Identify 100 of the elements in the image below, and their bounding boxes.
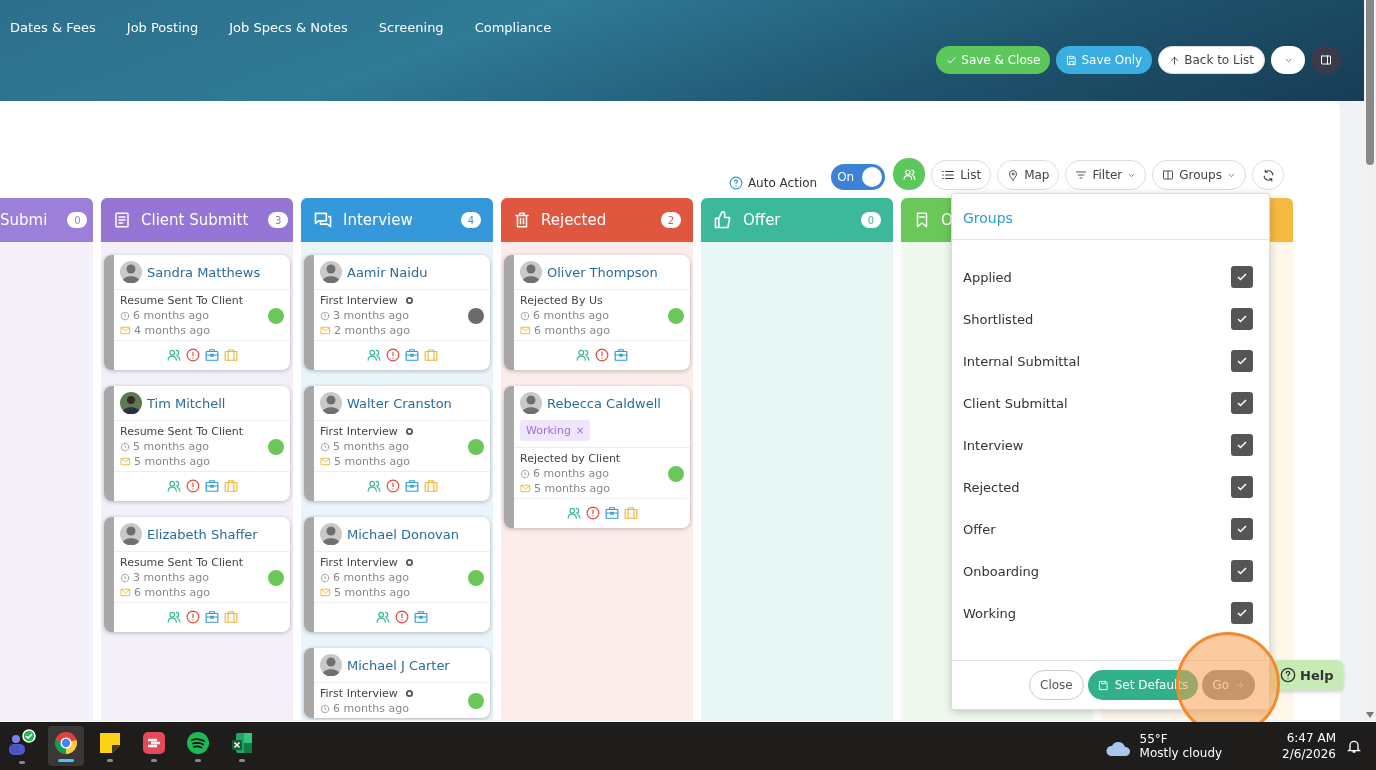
email-time: 5 months ago <box>334 455 410 468</box>
column-title: Interview <box>343 211 413 229</box>
stage-label: Resume Sent To Client <box>120 294 244 307</box>
first-aid-kit-icon <box>204 348 219 362</box>
clock-icon <box>320 572 330 583</box>
mail-icon <box>320 587 331 598</box>
avatar-icon <box>120 523 142 545</box>
candidate-card[interactable]: Michael Donovan First Interview 6 months ago 5 months ago <box>304 517 490 632</box>
arrow-right-icon <box>1235 680 1245 690</box>
candidate-card[interactable]: Aamir Naidu First Interview 3 months ago 2 months ago <box>304 255 490 370</box>
group-label: Working <box>963 605 1017 621</box>
remove-tag-icon[interactable]: × <box>575 425 585 436</box>
checkmark-icon <box>1236 481 1248 493</box>
first-aid-kit-icon <box>604 506 619 520</box>
list-button[interactable]: List <box>931 160 992 190</box>
clock-time: 6:47 AM <box>1286 731 1336 745</box>
first-aid-kit-icon <box>204 479 219 493</box>
avatar-icon <box>320 654 342 676</box>
count-badge: 2 <box>661 212 681 228</box>
candidate-name[interactable]: Tim Mitchell <box>147 395 226 411</box>
scroll-down-icon[interactable] <box>1366 712 1374 718</box>
sticky-note-icon <box>98 730 122 755</box>
checkbox[interactable] <box>1231 434 1253 456</box>
candidate-card[interactable]: Elizabeth Shaffer Resume Sent To Client 3 months ago 6 months ago <box>104 517 290 632</box>
checkbox[interactable] <box>1231 602 1253 624</box>
column-title: Client Submitt <box>141 211 249 229</box>
clock-icon <box>320 310 330 321</box>
candidate-card[interactable]: Walter Cranston First Interview 5 months ago 5 months ago <box>304 386 490 501</box>
refresh-button[interactable] <box>1252 160 1284 190</box>
activity-time: 6 months ago <box>533 467 609 480</box>
map-button[interactable]: Map <box>997 160 1060 190</box>
activity-time: 3 months ago <box>333 309 409 322</box>
count-badge: 4 <box>461 212 481 228</box>
arrow-up-icon <box>1169 54 1181 66</box>
clock-icon <box>320 441 330 452</box>
candidate-name[interactable]: Aamir Naidu <box>347 264 428 280</box>
checkbox[interactable] <box>1231 350 1253 372</box>
checkbox[interactable] <box>1231 266 1253 288</box>
nav-tab[interactable]: Dates & Fees <box>10 20 96 35</box>
checkbox[interactable] <box>1231 308 1253 330</box>
group-label: Rejected <box>963 479 1020 495</box>
checkmark-icon <box>1236 313 1248 325</box>
nav-tab[interactable]: Compliance <box>474 20 552 35</box>
close-button[interactable]: Close <box>1029 670 1084 700</box>
candidate-name[interactable]: Elizabeth Shaffer <box>147 526 258 542</box>
stripes-app-icon <box>142 730 166 755</box>
checkbox[interactable] <box>1231 392 1253 414</box>
panel-toggle-button[interactable] <box>1311 46 1341 74</box>
help-icon <box>728 176 743 190</box>
people-icon <box>902 167 916 181</box>
group-label: Internal Submittal <box>963 353 1081 369</box>
checkbox[interactable] <box>1231 560 1253 582</box>
first-aid-kit-icon <box>204 610 219 624</box>
temperature: 55°F <box>1139 732 1169 746</box>
browser-icon <box>54 730 78 755</box>
group-label: Shortlisted <box>963 311 1034 327</box>
check-icon <box>946 54 958 66</box>
back-button[interactable]: Back to List <box>1158 46 1265 74</box>
nav-tab[interactable]: Job Specs & Notes <box>229 20 348 35</box>
nav-tab[interactable]: Job Posting <box>126 20 199 35</box>
activity-time: 6 months ago <box>133 309 209 322</box>
taskbar-app[interactable] <box>48 726 84 766</box>
candidate-card[interactable]: Oliver Thompson Rejected By Us 6 months ago 6 months ago <box>504 255 690 370</box>
candidate-name[interactable]: Oliver Thompson <box>547 264 658 280</box>
groups-button[interactable]: Groups <box>1152 160 1246 190</box>
candidate-name[interactable]: Michael Donovan <box>347 526 459 542</box>
checkmark-icon <box>1236 523 1248 535</box>
briefcase-icon <box>423 479 438 493</box>
checkmark-icon <box>1236 355 1248 367</box>
candidate-name[interactable]: Walter Cranston <box>347 395 452 411</box>
dropdown-button[interactable] <box>1271 46 1305 74</box>
auto-action-toggle[interactable]: On <box>831 164 886 190</box>
people-icon <box>166 348 181 362</box>
briefcase-icon <box>223 348 238 362</box>
nav-tab[interactable]: Screening <box>378 20 444 35</box>
count-badge: 0 <box>67 212 88 228</box>
filter-button[interactable]: Filter <box>1065 160 1147 190</box>
avatar-icon <box>520 261 542 283</box>
checkbox[interactable] <box>1231 476 1253 498</box>
checkbox[interactable] <box>1231 518 1253 540</box>
mail-icon <box>120 325 131 336</box>
candidate-card[interactable]: Sandra Matthews Resume Sent To Client 6 months ago 4 months ago <box>104 255 290 370</box>
avatar-icon <box>520 392 542 414</box>
candidate-name[interactable]: Rebecca Caldwell <box>547 395 661 411</box>
stage-label: Rejected By Us <box>520 294 603 307</box>
spreadsheet-icon <box>230 730 254 755</box>
activity-time: 3 months ago <box>133 571 209 584</box>
scrollbar-thumb[interactable] <box>1366 0 1374 165</box>
alert-icon <box>185 610 200 624</box>
candidate-name[interactable]: Sandra Matthews <box>147 264 261 280</box>
email-time: 5 months ago <box>534 482 610 495</box>
candidate-card[interactable]: Rebecca Caldwell Working × Rejected by Client 6 months ago 5 months ago <box>504 386 690 528</box>
mail-icon <box>120 456 131 467</box>
candidate-card[interactable]: Michael J Carter First Interview 6 months ago <box>304 648 490 718</box>
bell-icon[interactable] <box>1346 738 1362 754</box>
candidate-card[interactable]: Tim Mitchell Resume Sent To Client 5 months ago 5 months ago <box>104 386 290 501</box>
clock-icon <box>320 703 330 714</box>
avatar-icon <box>320 523 342 545</box>
help-button[interactable]: Help <box>1272 660 1344 690</box>
candidate-name[interactable]: Michael J Carter <box>347 657 450 673</box>
